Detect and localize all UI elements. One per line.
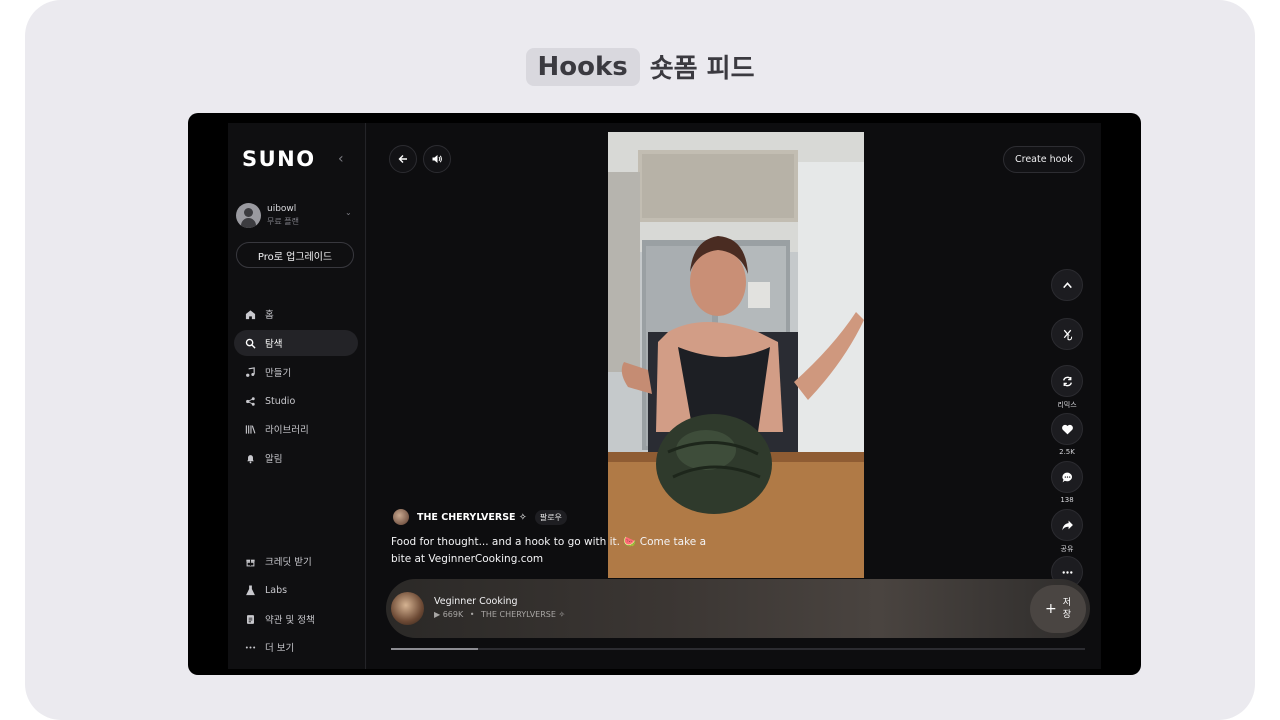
author-name[interactable]: THE CHERYLVERSE ✧ <box>417 512 527 523</box>
library-icon <box>244 423 256 435</box>
volume-button[interactable] <box>423 145 451 173</box>
sidebar-item-credits[interactable]: 크레딧 받기 <box>234 548 358 574</box>
sidebar-item-more[interactable]: 더 보기 <box>234 634 358 660</box>
more-icon <box>244 641 256 653</box>
follow-button[interactable]: 팔로우 <box>534 509 567 525</box>
share-label: 공유 <box>1060 545 1074 553</box>
sidebar-item-create[interactable]: 만들기 <box>234 359 358 385</box>
playback-progress-fill <box>391 648 478 650</box>
comment-action: 138 <box>1051 461 1083 504</box>
share-arrow-icon <box>1061 520 1073 530</box>
playback-progress-bar[interactable] <box>391 648 1085 650</box>
flask-icon <box>244 584 256 596</box>
sidebar-item-label: 홈 <box>265 310 274 321</box>
comment-count: 138 <box>1060 496 1074 504</box>
user-menu[interactable]: uibowl 무료 플랜 ⌄ <box>236 203 354 229</box>
meta-separator: • <box>469 610 475 619</box>
sidebar-item-label: 약관 및 정책 <box>265 615 315 626</box>
arrow-left-icon <box>398 155 407 163</box>
like-count: 2.5K <box>1059 448 1075 456</box>
page-heading: Hooks 숏폼 피드 <box>25 44 1255 89</box>
back-button[interactable] <box>389 145 417 173</box>
search-icon <box>244 337 256 349</box>
hook-control <box>1051 318 1083 350</box>
sidebar-item-label: 탐색 <box>265 339 283 350</box>
create-hook-button[interactable]: Create hook <box>1003 146 1085 173</box>
sidebar-item-label: 알림 <box>265 454 283 465</box>
like-action: 2.5K <box>1051 413 1083 456</box>
showcase-card: Hooks 숏폼 피드 SUNO ‹ uibowl 무료 플랜 ⌄ Pro로 업… <box>25 0 1255 720</box>
sidebar-item-explore[interactable]: 탐색 <box>234 330 358 356</box>
song-meta: ▶ 669K • THE CHERYLVERSE ✧ <box>434 610 565 619</box>
like-button[interactable] <box>1051 413 1083 445</box>
sidebar-item-studio[interactable]: Studio <box>234 388 358 414</box>
save-label-1: 저 <box>1062 598 1071 608</box>
remix-action: 리믹스 <box>1051 365 1083 410</box>
suno-logo[interactable]: SUNO <box>242 147 316 171</box>
more-horizontal-icon <box>1062 570 1072 574</box>
play-count: ▶ 669K <box>434 610 464 619</box>
studio-icon <box>244 395 256 407</box>
sidebar-item-label: Studio <box>265 395 296 407</box>
bell-icon <box>244 452 256 464</box>
document-icon <box>244 613 256 625</box>
remix-label: 리믹스 <box>1057 401 1077 409</box>
sidebar-item-label: 크레딧 받기 <box>265 557 312 568</box>
sidebar-item-label: Labs <box>265 584 288 596</box>
music-note-icon <box>244 366 256 378</box>
share-button[interactable] <box>1051 509 1083 541</box>
volume-icon <box>432 155 442 163</box>
chevron-left-icon[interactable]: ‹ <box>338 151 344 167</box>
remix-icon <box>1062 376 1072 386</box>
app-frame: SUNO ‹ uibowl 무료 플랜 ⌄ Pro로 업그레이드 홈 탐색 만들… <box>188 113 1141 675</box>
app-window: SUNO ‹ uibowl 무료 플랜 ⌄ Pro로 업그레이드 홈 탐색 만들… <box>228 123 1101 669</box>
comment-icon <box>1061 472 1072 482</box>
sidebar-item-library[interactable]: 라이브러리 <box>234 416 358 442</box>
author-avatar[interactable] <box>393 509 409 525</box>
song-cover-art[interactable] <box>391 592 424 625</box>
sidebar-item-terms[interactable]: 약관 및 정책 <box>234 606 358 632</box>
share-action: 공유 <box>1051 509 1083 554</box>
sidebar-item-label: 만들기 <box>265 368 292 379</box>
scroll-up-button[interactable] <box>1051 269 1083 301</box>
hook-button[interactable] <box>1051 318 1083 350</box>
chevron-up-icon <box>1062 281 1072 288</box>
song-title[interactable]: Veginner Cooking <box>434 596 518 607</box>
sidebar-item-labs[interactable]: Labs <box>234 577 358 603</box>
scroll-up-control <box>1051 269 1083 301</box>
hook-icon <box>1063 329 1072 340</box>
heading-title: 숏폼 피드 <box>649 54 755 84</box>
save-button[interactable]: + 저 장 <box>1030 585 1086 633</box>
avatar <box>236 203 261 228</box>
remix-button[interactable] <box>1051 365 1083 397</box>
chevron-down-icon: ⌄ <box>345 208 352 217</box>
heart-icon <box>1061 424 1073 434</box>
upgrade-button[interactable]: Pro로 업그레이드 <box>236 242 354 268</box>
user-name: uibowl <box>267 204 297 214</box>
sidebar-item-label: 더 보기 <box>265 643 295 654</box>
post-author: THE CHERYLVERSE ✧ 팔로우 <box>393 509 567 525</box>
video-player[interactable] <box>608 132 864 578</box>
heading-pill: Hooks <box>525 47 640 86</box>
sidebar-item-notifications[interactable]: 알림 <box>234 445 358 471</box>
sidebar-item-label: 라이브러리 <box>265 425 309 436</box>
comment-button[interactable] <box>1051 461 1083 493</box>
plus-icon: + <box>1044 601 1057 617</box>
home-icon <box>244 308 256 320</box>
save-label-2: 장 <box>1062 610 1071 620</box>
video-frame-illustration <box>608 132 864 578</box>
user-plan: 무료 플랜 <box>267 217 299 226</box>
sidebar: SUNO ‹ uibowl 무료 플랜 ⌄ Pro로 업그레이드 홈 탐색 만들… <box>228 123 366 669</box>
now-playing-bar[interactable]: Veginner Cooking ▶ 669K • THE CHERYLVERS… <box>386 579 1090 638</box>
post-caption: Food for thought... and a hook to go wit… <box>391 536 707 565</box>
gift-icon <box>244 555 256 567</box>
song-artist[interactable]: THE CHERYLVERSE ✧ <box>481 610 565 619</box>
feed-main: Create hook 리믹스 2.5K 138 공유 THE CHERYLVE… <box>367 123 1101 669</box>
sidebar-item-home[interactable]: 홈 <box>234 301 358 327</box>
